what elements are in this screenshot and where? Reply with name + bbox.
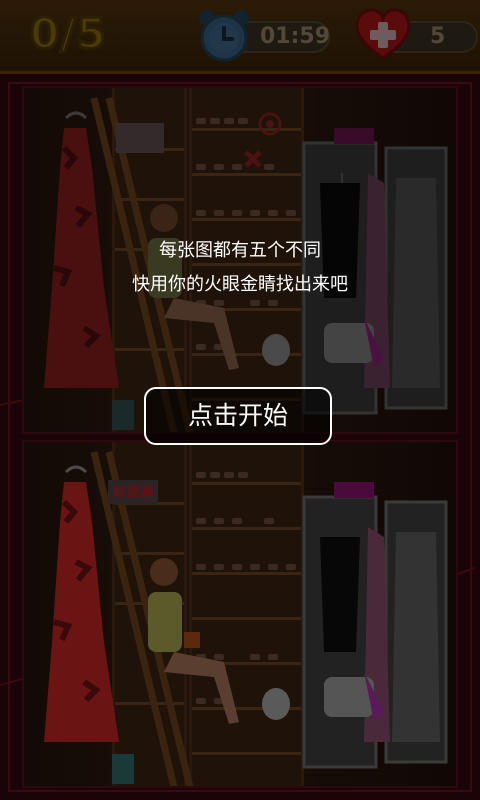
lives-value: 5 [430, 24, 446, 49]
closet-illustration [44, 451, 448, 786]
timer-value: 01:59 [260, 24, 331, 49]
instruction-line-2: 快用你的火眼金睛找出来吧 [132, 274, 348, 295]
found-count: 0 [28, 8, 61, 60]
clock-icon [199, 10, 249, 62]
scene-bottom[interactable]: 肯德基 [22, 440, 458, 788]
start-button[interactable]: 点击开始 [144, 387, 332, 445]
instruction-line-1: 每张图都有五个不同 [159, 240, 321, 261]
found-total: 5 [75, 8, 107, 60]
found-counter: 0/5 [28, 6, 107, 62]
store-sign: 肯德基 [108, 480, 158, 504]
found-separator: / [59, 8, 77, 60]
heart-plus-icon [355, 8, 411, 60]
hud-bar: 0/5 01:59 5 [0, 0, 480, 74]
